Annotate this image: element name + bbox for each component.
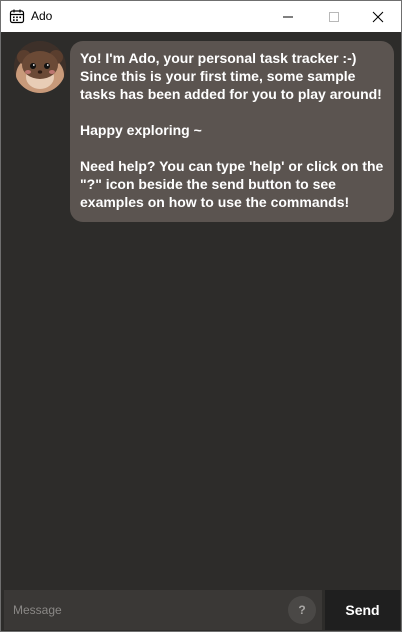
app-window: Ado Yo! I'm Ado, your personal task trac… (0, 0, 402, 632)
minimize-button[interactable] (265, 1, 311, 32)
maximize-button[interactable] (311, 1, 357, 32)
hamster-avatar-icon (14, 41, 66, 93)
minimize-icon (283, 16, 293, 17)
bot-message-bubble: Yo! I'm Ado, your personal task tracker … (70, 41, 394, 222)
close-icon (372, 11, 384, 22)
close-button[interactable] (355, 1, 401, 32)
message-input[interactable] (4, 590, 322, 630)
maximize-icon (329, 11, 339, 22)
calendar-icon (9, 8, 25, 24)
title-bar[interactable]: Ado (1, 1, 401, 32)
window-title: Ado (31, 9, 53, 23)
help-button[interactable]: ? (288, 596, 316, 624)
chat-area[interactable]: Yo! I'm Ado, your personal task tracker … (1, 32, 401, 588)
help-icon: ? (298, 603, 306, 617)
send-button[interactable]: Send (325, 590, 400, 630)
input-bar: ? Send (1, 588, 401, 631)
